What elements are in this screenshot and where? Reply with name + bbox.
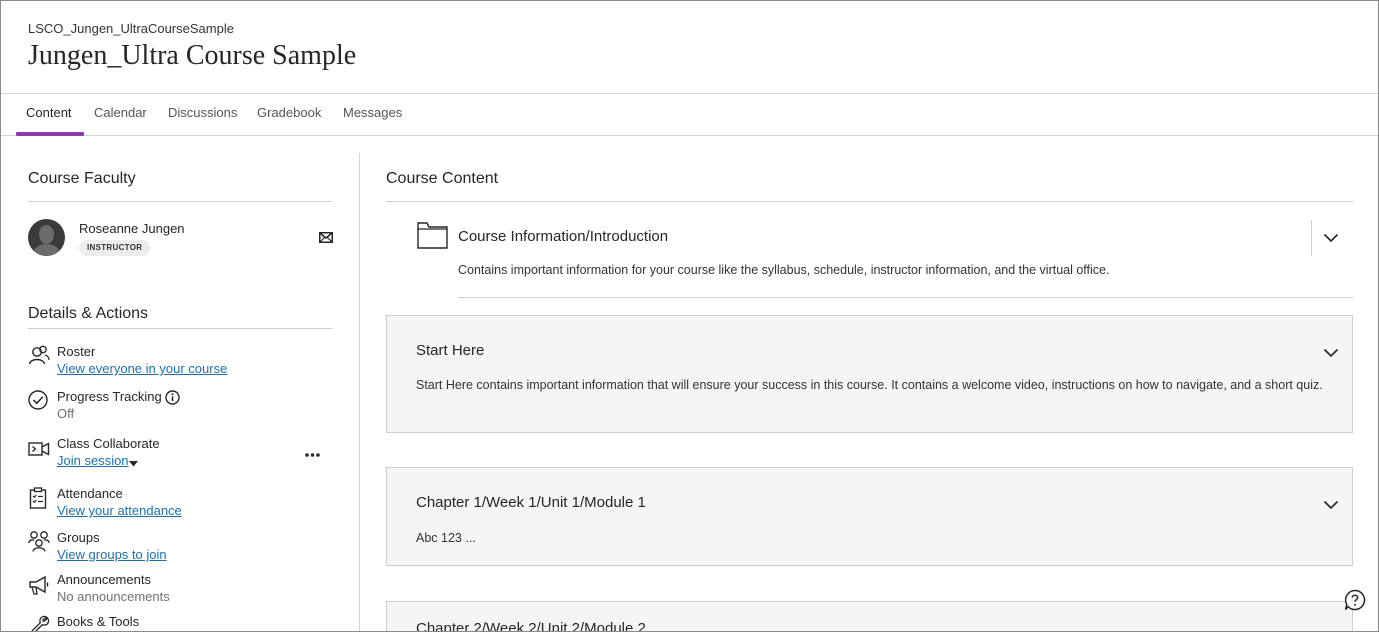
chevron-down-icon[interactable] <box>1323 233 1339 243</box>
folder-title[interactable]: Course Information/Introduction <box>458 228 668 245</box>
card-title[interactable]: Start Here <box>416 342 484 359</box>
card-description: Start Here contains important informatio… <box>416 378 1323 392</box>
course-header: LSCO_Jungen_UltraCourseSample Jungen_Ult… <box>1 1 1378 94</box>
more-options-icon[interactable] <box>305 453 320 457</box>
info-icon[interactable] <box>165 390 180 405</box>
column-divider <box>359 153 360 631</box>
roster-label: Roster <box>57 344 96 359</box>
video-icon <box>28 442 50 456</box>
attendance-label: Attendance <box>57 486 123 501</box>
join-session-link[interactable]: Join session <box>57 453 129 468</box>
app-frame: LSCO_Jungen_UltraCourseSample Jungen_Ult… <box>0 0 1379 632</box>
course-faculty-heading: Course Faculty <box>28 170 136 187</box>
card-title[interactable]: Chapter 1/Week 1/Unit 1/Module 1 <box>416 494 646 511</box>
tab-messages[interactable]: Messages <box>343 94 402 135</box>
folder-icon <box>417 222 448 249</box>
tab-discussions[interactable]: Discussions <box>168 94 237 135</box>
books-tools-label: Books & Tools <box>57 614 140 629</box>
folder-description: Contains important information for your … <box>458 263 1110 277</box>
caret-down-icon[interactable] <box>129 461 138 467</box>
divider <box>458 297 1353 298</box>
role-badge: INSTRUCTOR <box>79 240 151 256</box>
clipboard-icon <box>29 487 47 509</box>
tab-gradebook[interactable]: Gradebook <box>257 94 321 135</box>
faculty-name[interactable]: Roseanne Jungen <box>79 221 185 236</box>
view-groups-link[interactable]: View groups to join <box>57 547 167 562</box>
progress-tracking-status: Off <box>57 406 75 421</box>
course-id: LSCO_Jungen_UltraCourseSample <box>28 21 234 36</box>
divider <box>386 201 1353 202</box>
groups-label: Groups <box>57 530 100 545</box>
help-icon[interactable] <box>1344 589 1366 611</box>
divider <box>28 328 333 329</box>
megaphone-icon <box>29 575 49 595</box>
details-actions-heading: Details & Actions <box>28 305 149 322</box>
view-attendance-link[interactable]: View your attendance <box>57 503 182 518</box>
avatar[interactable] <box>28 219 65 256</box>
course-title: Jungen_Ultra Course Sample <box>28 40 357 71</box>
card-description: Abc 123 ... <box>416 531 476 545</box>
announcements-label: Announcements <box>57 572 151 587</box>
announcements-status: No announcements <box>57 589 170 604</box>
chevron-down-icon[interactable] <box>1323 500 1339 510</box>
class-collaborate-label: Class Collaborate <box>57 436 160 451</box>
course-tabs: Content Calendar Discussions Gradebook M… <box>1 94 1378 136</box>
active-tab-indicator <box>16 132 84 136</box>
divider <box>28 201 333 202</box>
course-content-heading: Course Content <box>386 170 499 187</box>
card-title[interactable]: Chapter 2/Week 2/Unit 2/Module 2 <box>416 620 646 631</box>
progress-check-icon <box>28 390 48 410</box>
content-card-chapter-2[interactable]: Chapter 2/Week 2/Unit 2/Module 2 <box>386 601 1353 631</box>
view-roster-link[interactable]: View everyone in your course <box>57 361 227 376</box>
divider <box>1311 220 1312 256</box>
roster-icon <box>28 345 50 365</box>
progress-tracking-label: Progress Tracking <box>57 389 162 404</box>
envelope-icon[interactable] <box>319 232 333 243</box>
content-card-chapter-1[interactable]: Chapter 1/Week 1/Unit 1/Module 1 Abc 123… <box>386 467 1353 566</box>
chevron-down-icon[interactable] <box>1323 348 1339 358</box>
wrench-icon <box>31 615 50 631</box>
tab-calendar[interactable]: Calendar <box>94 94 147 135</box>
tab-content[interactable]: Content <box>26 94 72 135</box>
groups-icon <box>28 531 50 552</box>
content-card-start-here[interactable]: Start Here Start Here contains important… <box>386 315 1353 433</box>
